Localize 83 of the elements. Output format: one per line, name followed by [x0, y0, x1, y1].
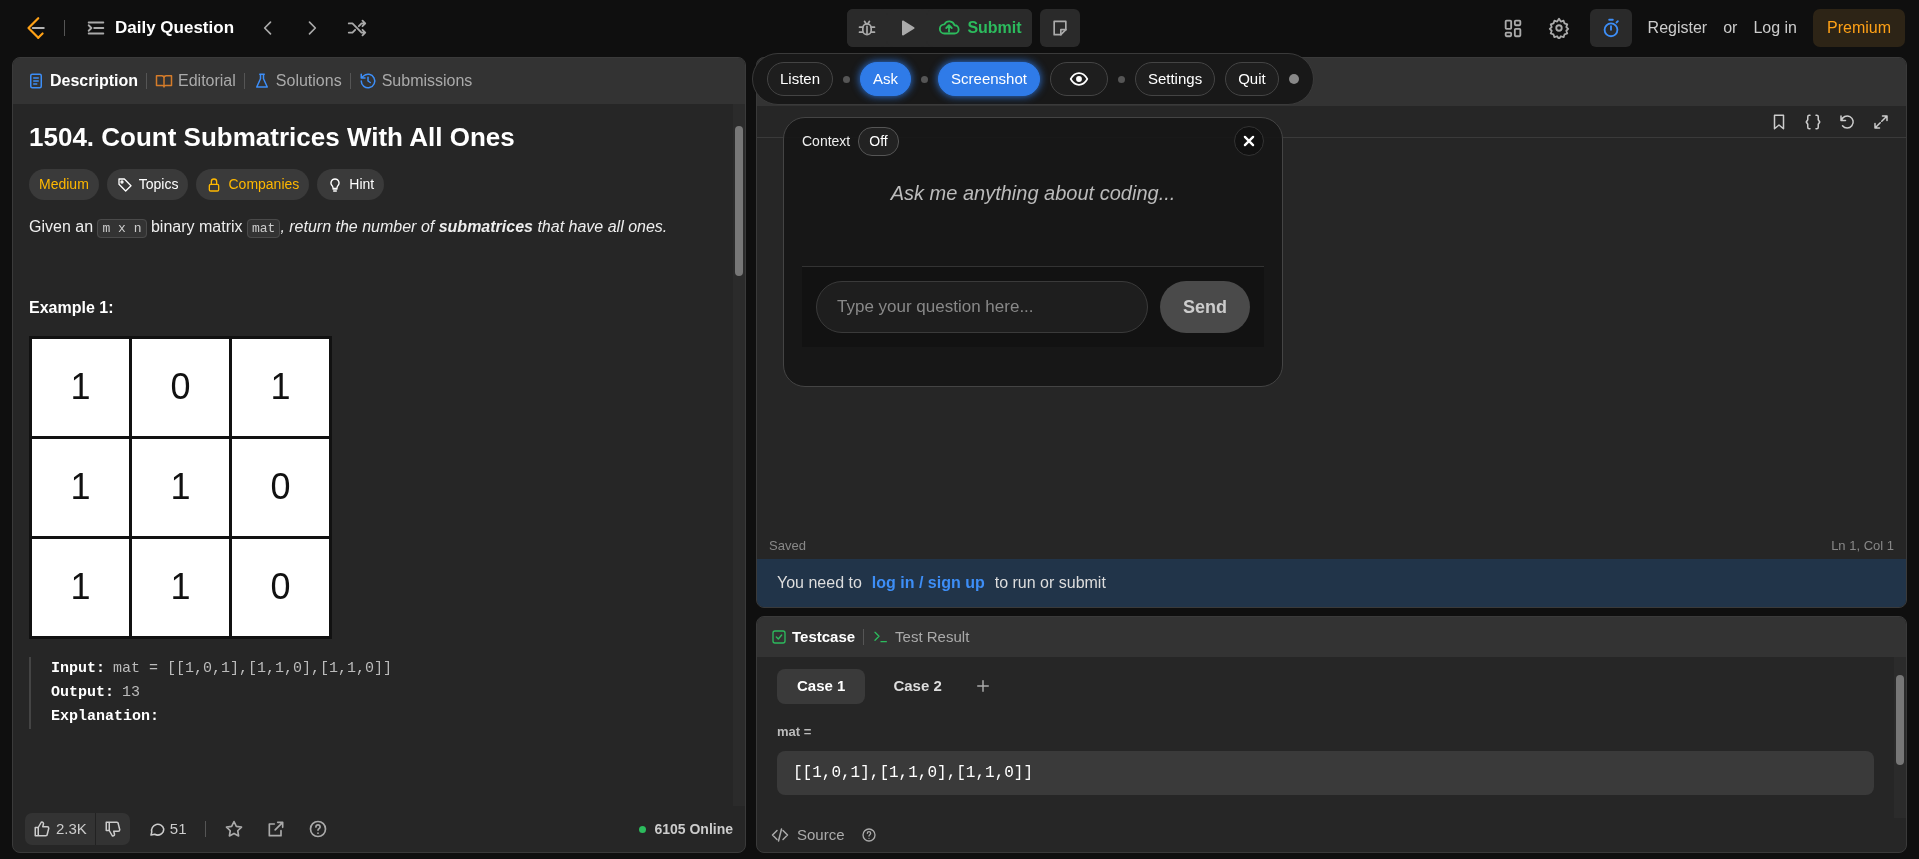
hint-button[interactable]: Hint	[317, 169, 385, 201]
assistant-button[interactable]: Listen	[767, 62, 834, 96]
visibility-button[interactable]	[1049, 62, 1108, 96]
parameter-label: mat =	[777, 722, 813, 741]
topics-button[interactable]: Topics	[106, 169, 189, 201]
panel-tab[interactable]: Test Result	[872, 625, 970, 649]
thumbs-down-icon	[103, 820, 122, 838]
tag-icon	[116, 176, 133, 193]
settings-icon	[1547, 16, 1570, 39]
separator-dot	[843, 75, 851, 83]
code-icon	[771, 826, 789, 844]
matrix-cell: 1	[130, 437, 231, 538]
online-status-dot	[639, 825, 647, 833]
context-label: Context	[802, 131, 851, 151]
assistant-button[interactable]: Ask	[860, 62, 912, 96]
send-button[interactable]: Send	[1160, 281, 1250, 333]
star-icon	[223, 819, 244, 839]
save-status: Saved	[769, 537, 806, 556]
expand-icon	[1872, 112, 1890, 131]
context-toggle[interactable]: Off	[858, 126, 899, 156]
assistant-button[interactable]: Settings	[1134, 62, 1216, 96]
register-link[interactable]: Register	[1647, 15, 1708, 40]
difficulty-tag[interactable]: Medium	[29, 169, 99, 201]
cursor-position: Ln 1, Col 1	[1831, 537, 1894, 556]
separator-dot	[921, 75, 929, 83]
matrix-cell: 1	[30, 537, 131, 638]
matrix-cell: 1	[130, 537, 231, 638]
matrix-cell: 0	[130, 337, 231, 438]
list-title[interactable]: Daily Question	[115, 14, 235, 41]
source-button[interactable]: Source	[767, 819, 849, 851]
assistant-button[interactable]: Screenshot	[938, 62, 1040, 96]
separator-dot	[1117, 75, 1125, 83]
problem-list-button[interactable]: Daily Question	[81, 10, 239, 45]
panel-tab[interactable]: Testcase	[771, 625, 856, 649]
scrollbar[interactable]	[733, 104, 745, 806]
assistant-button[interactable]: Quit	[1225, 62, 1279, 96]
matrix-cell: 0	[230, 437, 331, 538]
timer-button[interactable]	[1589, 8, 1632, 47]
matrix-cell: 0	[230, 537, 331, 638]
history-icon	[358, 72, 377, 90]
comments-button[interactable]: 51	[143, 813, 191, 845]
thumbs-up-icon	[33, 820, 51, 838]
note-button[interactable]	[1039, 8, 1080, 47]
panel-tab[interactable]: Solutions	[252, 69, 342, 93]
problem-title: 1504. Count Submatrices With All Ones	[29, 122, 516, 154]
braces-icon	[1804, 112, 1822, 131]
status-dot	[1288, 74, 1299, 84]
scrollbar[interactable]	[1894, 657, 1906, 818]
book-icon	[155, 72, 173, 90]
close-button[interactable]	[1234, 126, 1264, 156]
bug-icon	[857, 17, 878, 38]
undo-icon	[1838, 112, 1856, 131]
login-link[interactable]: Log in	[1753, 15, 1797, 40]
online-count: 6105 Online	[654, 819, 733, 839]
matrix-cell: 1	[230, 337, 331, 438]
parameter-value[interactable]: [[1,0,1],[1,1,0],[1,1,0]]	[777, 751, 1874, 795]
close-icon	[1242, 134, 1256, 148]
example-value: mat = [[1,0,1],[1,1,0],[1,1,0]]	[113, 659, 393, 679]
login-link[interactable]: log in / sign up	[871, 571, 985, 595]
panel-tab[interactable]: Submissions	[358, 69, 473, 93]
panel-tab[interactable]: Description	[27, 69, 138, 93]
panel-tab[interactable]: Editorial	[155, 69, 236, 93]
example-value: 13	[122, 683, 141, 703]
matrix-cell: 1	[30, 437, 131, 538]
matrix-cell: 1	[30, 337, 131, 438]
or-text: or	[1723, 17, 1738, 38]
chat-prompt: Ask me anything about coding...	[890, 181, 1176, 206]
document-icon	[27, 72, 45, 90]
companies-button[interactable]: Companies	[196, 169, 310, 201]
example-label: Input:	[51, 659, 105, 679]
question-input[interactable]: Type your question here...	[816, 281, 1148, 333]
example-label: Output:	[51, 683, 114, 703]
login-prompt-text: You need to	[777, 573, 862, 593]
help-icon	[307, 819, 328, 839]
case-tab[interactable]: Case 1	[777, 669, 866, 704]
example-label: Explanation:	[51, 707, 160, 727]
login-prompt-text: to run or submit	[994, 573, 1106, 593]
checkbox-icon	[771, 629, 787, 645]
premium-button[interactable]: Premium	[1813, 8, 1905, 47]
problem-statement: Given an m x n binary matrix mat , return the number of submatrices that have all ones.	[29, 217, 669, 240]
case-tab[interactable]: Case 2	[873, 669, 962, 704]
example-heading: Example 1:	[29, 298, 115, 318]
help-icon	[860, 827, 877, 843]
